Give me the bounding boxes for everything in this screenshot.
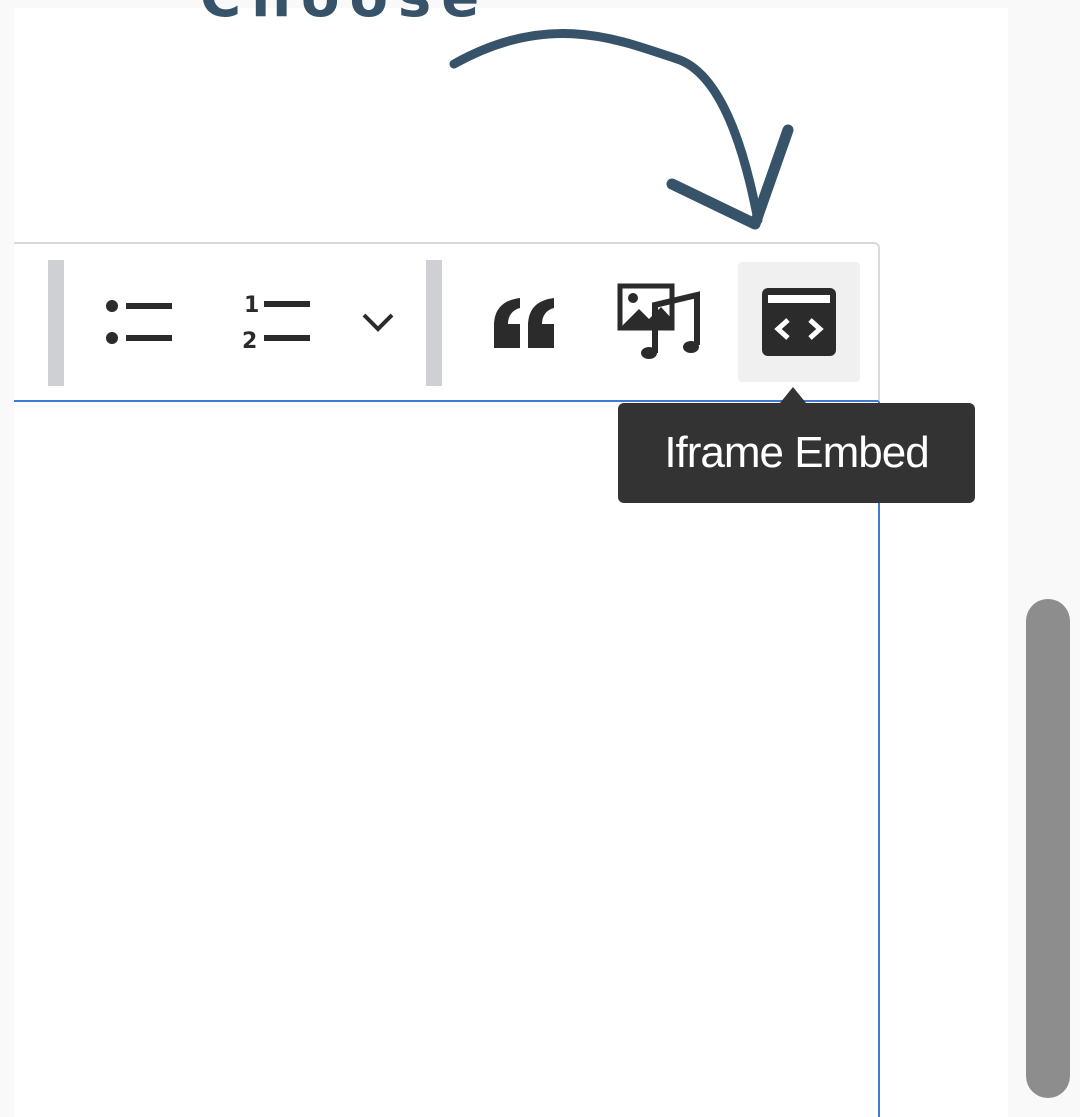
blockquote-button[interactable]	[480, 262, 570, 382]
tooltip-caret	[780, 387, 806, 403]
svg-text:1: 1	[244, 293, 259, 318]
bulleted-list-button[interactable]	[90, 262, 190, 382]
list-options-dropdown[interactable]	[350, 262, 406, 382]
iframe-embed-button[interactable]	[738, 262, 860, 382]
scrollbar-thumb[interactable]	[1026, 599, 1070, 1098]
iframe-embed-icon	[762, 288, 836, 356]
toolbar-separator	[426, 260, 442, 386]
iframe-embed-tooltip: Iframe Embed	[618, 403, 975, 503]
annotation-arrow	[449, 28, 794, 230]
editor-border-line	[878, 402, 880, 1117]
media-embed-button[interactable]	[610, 262, 710, 382]
quote-icon	[494, 298, 554, 348]
chevron-down-icon	[362, 313, 394, 332]
screenshot-stage: Choose 1 2	[0, 0, 1080, 1117]
svg-text:2: 2	[242, 329, 257, 354]
bulleted-list-icon	[106, 300, 172, 344]
editor-toolbar: 1 2	[14, 242, 880, 402]
image-music-icon	[617, 283, 700, 359]
numbered-list-icon: 1 2	[242, 293, 310, 354]
toolbar-separator	[48, 260, 64, 386]
tooltip-text: Iframe Embed	[664, 428, 929, 477]
numbered-list-button[interactable]: 1 2	[228, 262, 328, 382]
